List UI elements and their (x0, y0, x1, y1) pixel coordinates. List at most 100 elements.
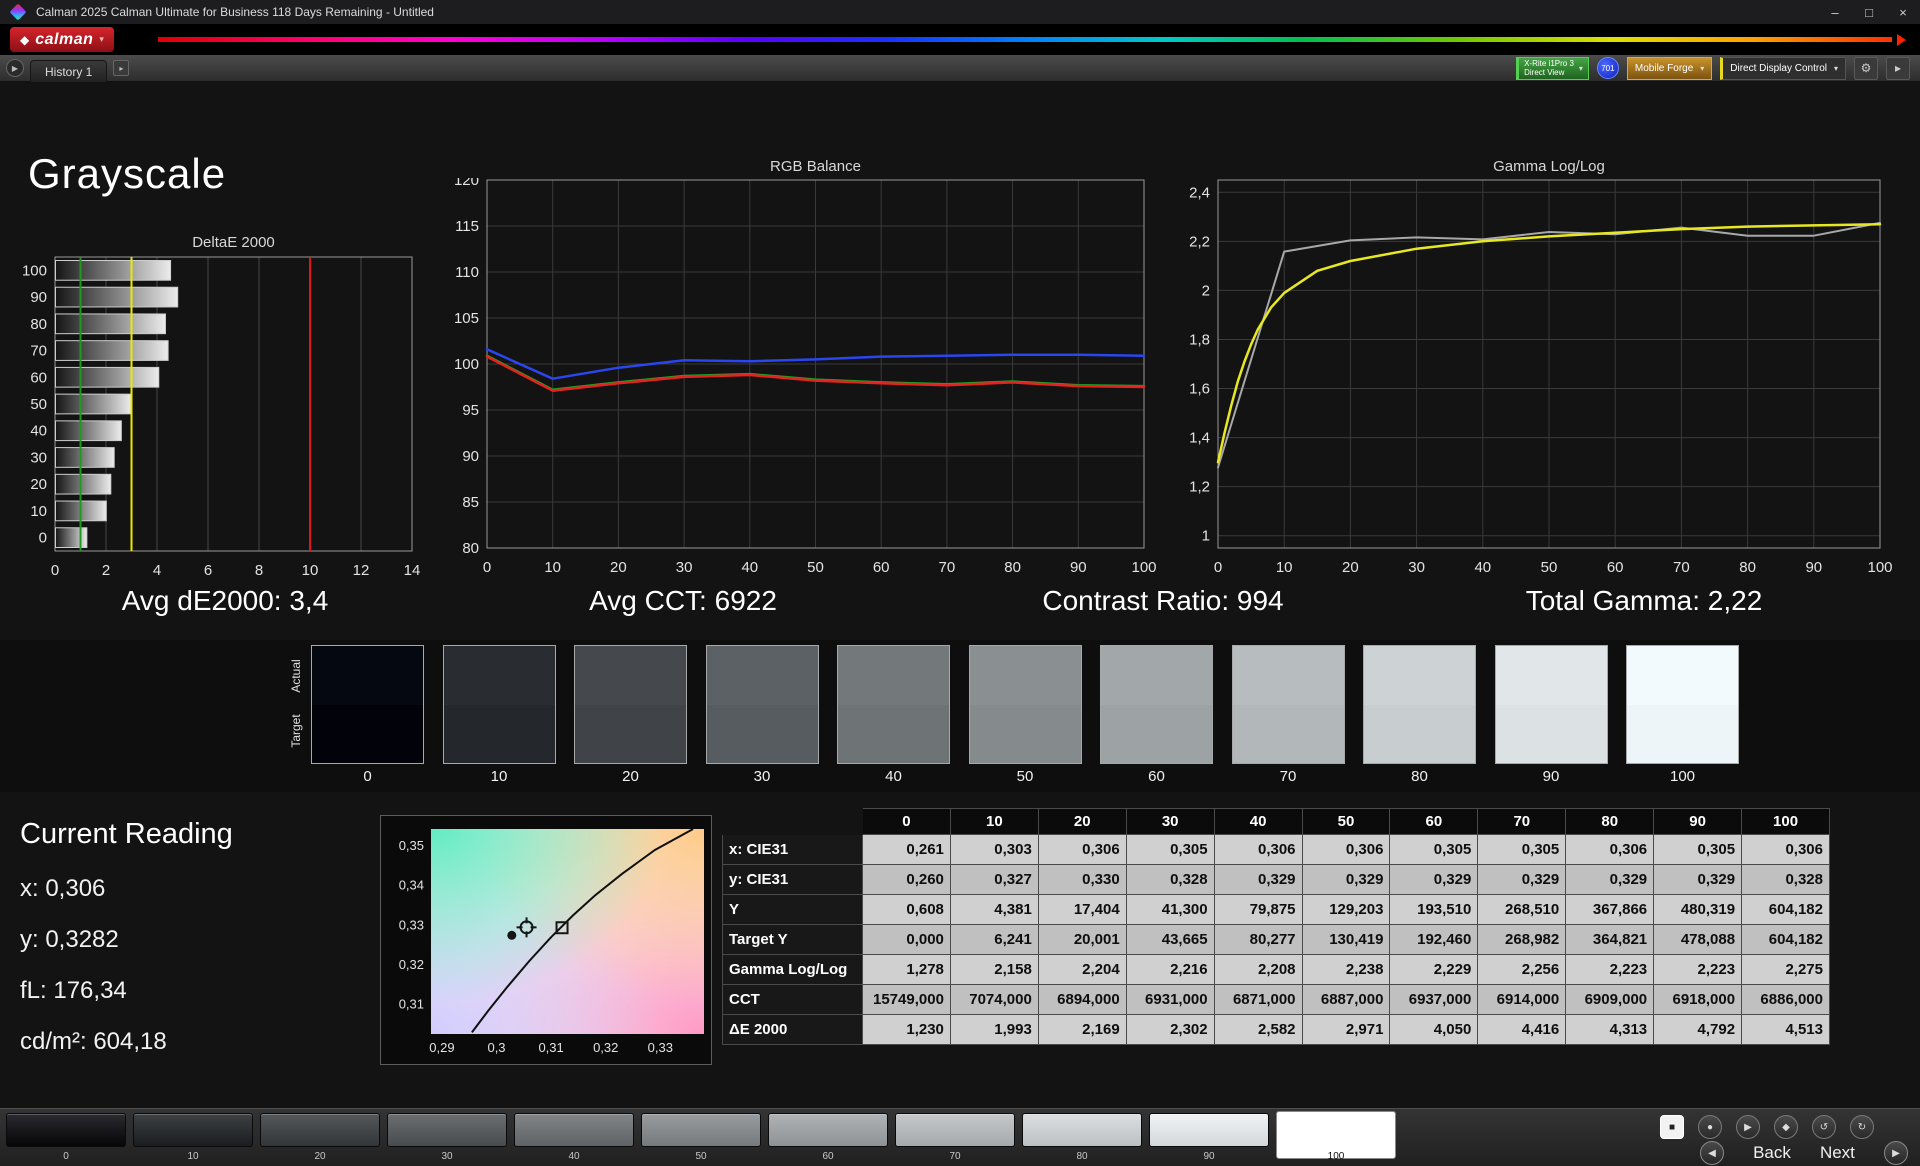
level-label: 80 (1076, 1151, 1088, 1162)
table-row: ΔE 2000 1,230 1,993 2,169 2,302 2,582 2,971 4,0… (722, 1014, 1830, 1045)
table-cell: 2,971 (1301, 1014, 1391, 1045)
swatch-target (969, 704, 1081, 763)
table-row: x: CIE31 0,261 0,303 0,306 0,305 0,306 0,306 0,… (722, 834, 1830, 865)
back-next-controls: ◀ Back Next ▶ (1700, 1141, 1908, 1165)
record-icon[interactable]: ● (1698, 1115, 1722, 1139)
swatch-label: 40 (885, 768, 902, 785)
level-button-70[interactable] (895, 1113, 1015, 1147)
reading-cdm2: cd/m²: 604,18 (20, 1028, 167, 1055)
maximize-button[interactable]: □ (1852, 0, 1886, 24)
back-circle-icon[interactable]: ◀ (1700, 1141, 1724, 1165)
table-cell: 7074,000 (949, 984, 1039, 1015)
chevron-down-icon: ▾ (1700, 63, 1705, 73)
swatch-actual (1232, 646, 1344, 705)
level-button-90[interactable] (1149, 1113, 1269, 1147)
table-cell: 6914,000 (1477, 984, 1567, 1015)
table-cell: 2,238 (1301, 954, 1391, 985)
stat-contrast-ratio: Contrast Ratio: 994 (1042, 585, 1284, 616)
swatch-label: 70 (1279, 768, 1297, 785)
target-icon[interactable]: ◆ (1774, 1115, 1798, 1139)
svg-text:10: 10 (1276, 559, 1293, 576)
level-button-60[interactable] (768, 1113, 888, 1147)
swatch-target (1627, 704, 1738, 763)
source-select-dropdown[interactable]: Mobile Forge ▾ (1626, 56, 1713, 80)
tab-history-1[interactable]: History 1 (30, 59, 108, 82)
swatch-label: 0 (363, 768, 372, 785)
svg-text:60: 60 (873, 559, 890, 576)
table-cell: 2,256 (1477, 954, 1567, 985)
gear-icon[interactable]: ⚙ (1854, 56, 1878, 80)
swatch-actual (312, 646, 423, 705)
svg-text:0,32: 0,32 (593, 1040, 618, 1055)
table-cell: 2,275 (1741, 954, 1830, 985)
meter-select-dropdown[interactable]: X-Rite i1Pro 3 Direct View ▾ (1516, 56, 1589, 80)
bottom-bar: 0 10 20 30 40 50 60 70 80 90 100 ■ ● ▶ ◆ ↺ ↻ ◀ Back Nex… (0, 1108, 1920, 1166)
transport-controls: ■ ● ▶ ◆ ↺ ↻ (1660, 1115, 1874, 1139)
table-cell: 268,510 (1477, 894, 1567, 925)
play-icon[interactable]: ▶ (1736, 1115, 1760, 1139)
svg-text:40: 40 (741, 559, 758, 576)
table-cell: 192,460 (1389, 924, 1479, 955)
meter-mode-badge[interactable]: 701 (1596, 57, 1619, 79)
svg-text:20: 20 (1342, 559, 1359, 576)
history-expand-button[interactable]: ▶ (6, 59, 24, 77)
swatch-label: 90 (1542, 768, 1560, 785)
table-cell: 0,328 (1125, 864, 1215, 895)
grayscale-swatch-60 (1100, 645, 1213, 764)
minimize-button[interactable]: – (1818, 0, 1852, 24)
svg-text:0,31: 0,31 (538, 1040, 563, 1055)
svg-text:0,31: 0,31 (399, 997, 424, 1012)
level-button-20[interactable] (260, 1113, 380, 1147)
level-button-80[interactable] (1022, 1113, 1142, 1147)
screen-icon[interactable]: ■ (1660, 1115, 1684, 1139)
svg-text:50: 50 (30, 396, 47, 413)
table-cell: 6,241 (949, 924, 1039, 955)
table-cell: 1,230 (862, 1014, 951, 1045)
table-cell: 6937,000 (1389, 984, 1479, 1015)
level-button-50[interactable] (641, 1113, 761, 1147)
svg-text:0,34: 0,34 (399, 878, 424, 893)
history-more-button[interactable]: ▸ (113, 60, 130, 76)
table-cell: 1,278 (862, 954, 951, 985)
table-cell: 6894,000 (1037, 984, 1127, 1015)
table-cell: 130,419 (1301, 924, 1391, 955)
grayscale-swatch-0 (311, 645, 424, 764)
table-cell: 480,319 (1653, 894, 1743, 925)
calman-logo-menu[interactable]: ◆ calman ▾ (10, 27, 114, 52)
collapse-panel-button[interactable]: ▸ (1886, 56, 1910, 80)
table-cell: 0,306 (1565, 834, 1655, 865)
swatch-label: 60 (1148, 768, 1165, 785)
swatch-target (706, 704, 818, 763)
level-button-40[interactable] (514, 1113, 634, 1147)
cie-chart-plot: 0,29 0,3 0,31 0,32 0,33 0,31 0,32 0,33 0,34 0,35 (399, 828, 694, 1055)
level-button-10[interactable] (133, 1113, 253, 1147)
level-button-30[interactable] (387, 1113, 507, 1147)
level-label: 100 (1327, 1151, 1345, 1162)
next-button[interactable]: Next (1820, 1143, 1855, 1163)
next-circle-icon[interactable]: ▶ (1884, 1141, 1908, 1165)
reading-x: x: 0,306 (20, 875, 106, 902)
gamma-chart: Gamma Log/Log 0 10 20 30 40 50 60 70 80 90 100 1 1,2… (1170, 158, 1920, 598)
display-control-dropdown[interactable]: Direct Display Control ▾ (1720, 56, 1846, 80)
table-cell: 80,277 (1213, 924, 1303, 955)
swatch-actual (1495, 646, 1607, 705)
table-cell: 0,329 (1213, 864, 1303, 895)
chevron-down-icon: ▾ (99, 34, 104, 44)
level-label: 30 (441, 1151, 453, 1162)
back-button[interactable]: Back (1753, 1143, 1791, 1163)
redo-icon[interactable]: ↻ (1850, 1115, 1874, 1139)
table-row-label: y: CIE31 (722, 864, 863, 895)
refresh-icon[interactable]: ↺ (1812, 1115, 1836, 1139)
table-cell: 0,305 (1389, 834, 1479, 865)
table-cell: 2,204 (1037, 954, 1127, 985)
level-button-0[interactable] (6, 1113, 126, 1147)
swatch-actual (1627, 646, 1738, 705)
svg-text:30: 30 (676, 559, 693, 576)
level-label: 90 (1203, 1151, 1215, 1162)
svg-text:100: 100 (1131, 559, 1156, 576)
cie-chart-panel: 0,29 0,3 0,31 0,32 0,33 0,31 0,32 0,33 0,34 0,35 (380, 815, 712, 1065)
swatch-target (575, 704, 686, 763)
close-button[interactable]: × (1886, 0, 1920, 24)
table-cell: 0,306 (1741, 834, 1830, 865)
table-cell: 2,216 (1125, 954, 1215, 985)
